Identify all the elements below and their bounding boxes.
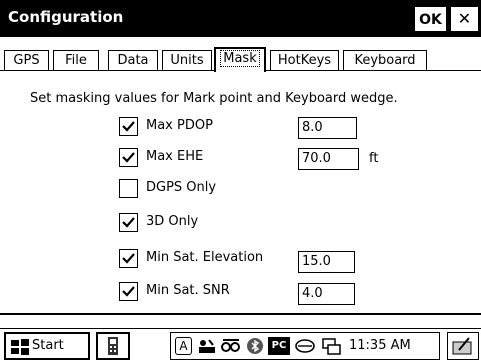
windows-flag-icon <box>11 339 29 355</box>
pc-icon[interactable]: PC <box>268 337 290 355</box>
tab-label: File <box>65 53 87 68</box>
window-title: Configuration <box>8 8 124 26</box>
max-pdop-checkbox[interactable] <box>119 117 138 136</box>
checkmark-icon <box>122 286 135 297</box>
min-sat-elevation-label: Min Sat. Elevation <box>146 250 264 265</box>
max-ehe-unit: ft <box>369 151 379 166</box>
clock[interactable]: 11:35 AM <box>349 338 411 353</box>
running-app-button[interactable] <box>96 332 130 360</box>
max-pdop-input[interactable]: 8.0 <box>298 117 357 139</box>
tab-keyboard[interactable]: Keyboard <box>343 50 427 71</box>
tab-label: Units <box>170 53 204 68</box>
tab-gps[interactable]: GPS <box>4 50 49 71</box>
tab-data[interactable]: Data <box>108 50 158 71</box>
content-bottom-divider <box>0 313 481 315</box>
min-sat-elevation-input[interactable]: 15.0 <box>298 251 355 273</box>
tab-units[interactable]: Units <box>162 50 212 71</box>
sync-icon[interactable] <box>294 337 316 355</box>
tab-label: Keyboard <box>354 53 416 68</box>
tab-hotkeys[interactable]: HotKeys <box>270 50 339 71</box>
start-button[interactable]: Start <box>4 332 90 360</box>
mask-description: Set masking values for Mark point and Ke… <box>30 91 398 106</box>
checkmark-icon <box>122 253 135 264</box>
min-sat-snr-input[interactable]: 4.0 <box>298 283 355 305</box>
3d-only-checkbox[interactable] <box>119 213 138 232</box>
system-tray: A PC 11:35 AM <box>170 332 440 360</box>
network-icon[interactable] <box>320 337 342 355</box>
min-sat-snr-checkbox[interactable] <box>119 282 138 301</box>
min-sat-snr-label: Min Sat. SNR <box>146 283 230 298</box>
input-panel-button[interactable] <box>447 332 479 360</box>
tab-label: HotKeys <box>277 53 332 68</box>
connectivity-icon[interactable] <box>197 337 217 355</box>
close-icon: ✕ <box>457 9 472 28</box>
title-bar: Configuration OK ✕ <box>0 0 481 37</box>
checkmark-icon <box>122 121 135 132</box>
keyboard-pen-icon <box>452 337 472 355</box>
3d-only-label: 3D Only <box>146 214 199 229</box>
tab-label: GPS <box>13 53 40 68</box>
max-ehe-input[interactable]: 70.0 <box>298 148 359 170</box>
max-ehe-label: Max EHE <box>146 149 204 164</box>
tab-strip: GPS File Data Units Mask HotKeys Keyboar… <box>0 45 481 72</box>
tab-mask[interactable]: Mask <box>214 47 266 72</box>
dgps-only-label: DGPS Only <box>146 180 217 195</box>
start-label: Start <box>32 338 64 353</box>
gps-satellite-icon[interactable] <box>220 337 242 355</box>
min-sat-elevation-checkbox[interactable] <box>119 249 138 268</box>
checkmark-icon <box>122 152 135 163</box>
dgps-only-checkbox[interactable] <box>119 179 138 198</box>
a-icon[interactable]: A <box>175 337 192 355</box>
max-pdop-label: Max PDOP <box>146 118 213 133</box>
tab-file[interactable]: File <box>53 50 99 71</box>
bluetooth-icon[interactable] <box>246 337 264 355</box>
tab-label: Data <box>117 53 149 68</box>
checkmark-icon <box>122 217 135 228</box>
max-ehe-checkbox[interactable] <box>119 148 138 167</box>
tab-label: Mask <box>220 50 260 67</box>
app-icon <box>108 337 118 355</box>
ok-button[interactable]: OK <box>415 7 446 31</box>
close-button[interactable]: ✕ <box>451 7 478 31</box>
taskbar: Start A PC 11:35 AM <box>0 328 481 362</box>
